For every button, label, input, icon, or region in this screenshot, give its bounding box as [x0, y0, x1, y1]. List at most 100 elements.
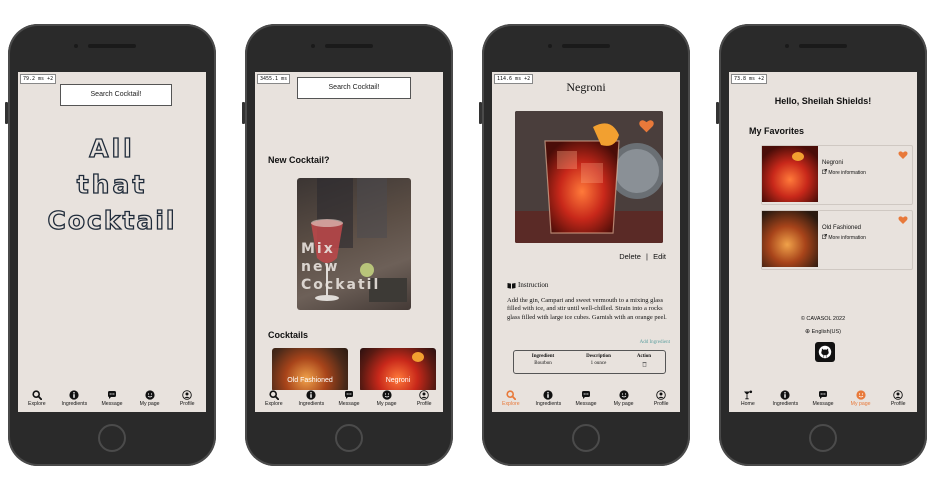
description-cell: 1 ounce: [590, 361, 607, 366]
info-icon: [543, 390, 553, 400]
tab-label: Profile: [890, 401, 906, 407]
table-header-row: Ingredient Description Action: [514, 354, 665, 359]
tab-ingredients[interactable]: Ingredients: [767, 390, 803, 407]
tab-message[interactable]: Message: [568, 390, 604, 407]
favorite-heart-icon[interactable]: [898, 215, 908, 225]
tab-label: Profile: [653, 401, 669, 407]
tab-profile[interactable]: Profile: [406, 390, 442, 407]
earpiece: [562, 44, 610, 48]
search-button[interactable]: Search Cocktail!: [297, 77, 411, 99]
chat-icon: [818, 391, 827, 399]
tab-my-page[interactable]: My page: [132, 390, 168, 407]
search-icon: [32, 390, 42, 400]
external-link-icon: [822, 234, 827, 239]
tab-label: Explore: [265, 401, 283, 407]
trash-icon[interactable]: [642, 361, 647, 367]
new-cocktail-banner[interactable]: Mix new Cockatil: [297, 178, 411, 310]
cocktail-card[interactable]: Negroni: [360, 348, 436, 392]
cocktail-icon: [743, 390, 753, 400]
column-header: Description: [586, 354, 611, 359]
tab-home[interactable]: Home: [730, 390, 766, 407]
tab-ingredients[interactable]: Ingredients: [56, 390, 92, 407]
book-icon: [507, 282, 516, 289]
delete-button[interactable]: Delete: [619, 252, 641, 261]
bottom-tab-bar: Home Ingredients Message My page Profile: [729, 390, 917, 412]
copyright: © CAVASOL 2022: [800, 316, 846, 322]
old-fashioned-thumbnail: [762, 211, 818, 267]
earpiece: [88, 44, 136, 48]
tab-profile[interactable]: Profile: [169, 390, 205, 407]
negroni-thumbnail: [762, 146, 818, 202]
tab-my-page[interactable]: My page: [606, 390, 642, 407]
screen-my-page: 73.8 ms +2 Hello, Sheilah Shields! My Fa…: [729, 72, 917, 412]
home-button[interactable]: [809, 424, 837, 452]
info-icon: [69, 390, 79, 400]
perf-monitor: 79.2 ms +2: [20, 74, 57, 84]
favorite-heart-icon[interactable]: [638, 118, 655, 134]
tab-label: Message: [101, 401, 123, 407]
profile-icon: [419, 390, 429, 400]
tab-ingredients[interactable]: Ingredients: [293, 390, 329, 407]
search-button[interactable]: Search Cocktail!: [60, 84, 172, 106]
action-cell: [625, 361, 663, 367]
tab-my-page[interactable]: My page: [369, 390, 405, 407]
favorite-name: Old Fashioned: [822, 225, 862, 231]
smile-icon: [618, 390, 629, 400]
language-selector[interactable]: ⊕ English(US): [729, 328, 917, 335]
tab-label: My page: [613, 401, 634, 407]
tab-label: My page: [850, 401, 871, 407]
tab-explore[interactable]: Explore: [256, 390, 292, 407]
tab-label: Message: [812, 401, 834, 407]
home-button[interactable]: [572, 424, 600, 452]
edit-button[interactable]: Edit: [653, 252, 666, 261]
screen-explore: 3455.1 ms Search Cocktail! New Cocktail?…: [255, 72, 443, 412]
bottom-tab-bar: Explore Ingredients Message My page Prof…: [18, 390, 206, 412]
favorite-card[interactable]: Negroni More information: [761, 145, 913, 205]
chat-icon: [107, 391, 116, 399]
tab-explore[interactable]: Explore: [493, 390, 529, 407]
tab-my-page[interactable]: My page: [843, 390, 879, 407]
bottom-tab-bar: Explore Ingredients Message My page Prof…: [255, 390, 443, 412]
tab-label: Explore: [502, 401, 520, 407]
search-icon: [269, 390, 279, 400]
home-button[interactable]: [335, 424, 363, 452]
home-button[interactable]: [98, 424, 126, 452]
tab-message[interactable]: Message: [331, 390, 367, 407]
more-information-link[interactable]: More information: [822, 234, 866, 241]
column-header: Action: [636, 354, 652, 359]
banner-line-3: Cockatil: [301, 277, 381, 293]
more-information-link[interactable]: More information: [822, 169, 866, 176]
cocktail-card[interactable]: Old Fashioned: [272, 348, 348, 392]
add-ingredient-link[interactable]: Add Ingredient: [640, 340, 670, 345]
ingredient-table: Ingredient Description Action Bourbon 1 …: [513, 350, 666, 374]
chat-icon: [581, 391, 590, 399]
phone-frame-my-page: 73.8 ms +2 Hello, Sheilah Shields! My Fa…: [716, 24, 927, 466]
detail-actions: Delete | Edit: [619, 252, 666, 261]
greeting: Hello, Sheilah Shields!: [774, 96, 872, 106]
tab-profile[interactable]: Profile: [880, 390, 916, 407]
tab-profile[interactable]: Profile: [643, 390, 679, 407]
cocktail-card-title: Negroni: [385, 377, 411, 384]
instruction-heading: Instruction: [507, 281, 548, 289]
chat-icon: [344, 391, 353, 399]
banner-line-1: Mix: [301, 241, 335, 257]
more-information-text: More information: [828, 235, 866, 241]
search-icon: [506, 390, 516, 400]
instruction-heading-text: Instruction: [518, 281, 549, 289]
ingredient-cell: Bourbon: [534, 361, 552, 366]
tab-ingredients[interactable]: Ingredients: [530, 390, 566, 407]
camera-dot: [311, 44, 315, 48]
tab-message[interactable]: Message: [94, 390, 130, 407]
tab-explore[interactable]: Explore: [19, 390, 55, 407]
banner-line-2: new: [301, 259, 340, 275]
cocktail-card-title: Old Fashioned: [287, 377, 333, 384]
favorite-card[interactable]: Old Fashioned More information: [761, 210, 913, 270]
phone-frame-home: 79.2 ms +2 Search Cocktail! All that Coc…: [5, 24, 216, 466]
favorite-heart-icon[interactable]: [898, 150, 908, 160]
screen-detail: 114.6 ms +2 Negroni Delete | Edit Instru…: [492, 72, 680, 412]
smile-icon: [855, 390, 866, 400]
github-icon[interactable]: [815, 342, 835, 362]
column-header: Ingredient: [531, 354, 555, 359]
tab-label: Ingredients: [61, 401, 88, 407]
tab-message[interactable]: Message: [805, 390, 841, 407]
